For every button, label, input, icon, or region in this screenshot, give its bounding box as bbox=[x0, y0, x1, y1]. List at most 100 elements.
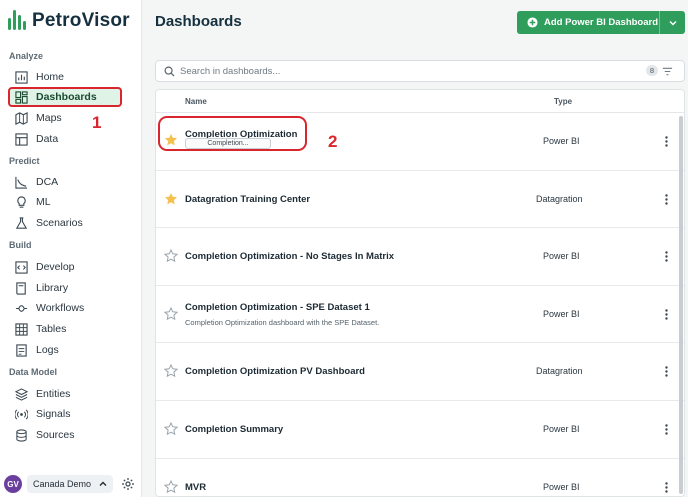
plus-icon bbox=[527, 17, 538, 28]
sidebar-item-tables[interactable]: Tables bbox=[9, 319, 121, 339]
add-button-main[interactable]: Add Power BI Dashboard bbox=[517, 11, 659, 34]
dashboard-type: Datagration bbox=[536, 193, 583, 204]
sidebar-item-workflows[interactable]: Workflows bbox=[9, 298, 121, 318]
kebab-menu-icon[interactable] bbox=[665, 366, 668, 378]
dashboard-title[interactable]: Completion Optimization - No Stages In M… bbox=[185, 251, 394, 262]
lightbulb-icon bbox=[17, 195, 26, 208]
kebab-menu-icon[interactable] bbox=[665, 481, 668, 493]
app-name: PetroVisor bbox=[32, 10, 130, 31]
table-icon bbox=[15, 132, 28, 146]
sidebar-item-maps[interactable]: Maps bbox=[9, 108, 121, 128]
sidebar-item-ml[interactable]: ML bbox=[9, 192, 121, 212]
sidebar-item-signals[interactable]: Signals bbox=[9, 404, 121, 424]
sidebar-item-label: Entities bbox=[36, 388, 71, 400]
dashboard-title[interactable]: Completion Summary bbox=[185, 424, 283, 435]
annotation-marker-2: 2 bbox=[328, 132, 338, 151]
table-scrollbar[interactable] bbox=[679, 116, 683, 494]
workspace-selector[interactable]: Canada Demo bbox=[27, 475, 113, 493]
workspace-name: Canada Demo bbox=[33, 479, 92, 489]
sidebar-item-dca[interactable]: DCA bbox=[9, 172, 121, 192]
column-header-type[interactable]: Type bbox=[554, 97, 572, 106]
table-row[interactable]: Completion Optimization PV Dashboard Dat… bbox=[156, 343, 684, 401]
table-row[interactable]: Completion Optimization - SPE Dataset 1 … bbox=[156, 286, 684, 344]
star-filled-icon[interactable] bbox=[164, 192, 178, 206]
dashboard-type: Power BI bbox=[543, 423, 580, 434]
sidebar-item-label: ML bbox=[36, 196, 51, 208]
star-outline-icon[interactable] bbox=[164, 364, 178, 378]
status-pill: Completion... bbox=[185, 138, 271, 149]
flask-icon bbox=[15, 216, 28, 229]
table-row[interactable]: Completion Optimization - No Stages In M… bbox=[156, 228, 684, 286]
chevron-down-icon bbox=[669, 20, 676, 25]
layers-icon bbox=[15, 387, 28, 401]
filter-icon[interactable] bbox=[662, 66, 673, 77]
table-row[interactable]: Completion Optimization Completion... Po… bbox=[156, 113, 684, 171]
star-outline-icon[interactable] bbox=[164, 479, 178, 494]
sidebar-item-entities[interactable]: Entities bbox=[9, 384, 121, 404]
star-filled-icon[interactable] bbox=[164, 133, 178, 147]
sidebar-item-develop[interactable]: Develop bbox=[9, 257, 121, 277]
chevron-up-icon bbox=[99, 481, 107, 486]
dashboard-title[interactable]: Datagration Training Center bbox=[185, 194, 310, 205]
kebab-menu-icon[interactable] bbox=[665, 309, 668, 320]
sidebar-item-home[interactable]: Home bbox=[9, 67, 121, 87]
dashboard-title[interactable]: Completion Optimization - SPE Dataset 1 bbox=[185, 302, 370, 313]
section-title-data-model: Data Model bbox=[9, 367, 58, 377]
app-logo[interactable]: PetroVisor bbox=[8, 8, 130, 34]
table-row[interactable]: Datagration Training Center Datagration bbox=[156, 171, 684, 229]
sidebar-item-label: Home bbox=[36, 71, 65, 83]
dashboard-type: Power BI bbox=[543, 481, 580, 492]
grid-icon bbox=[15, 322, 28, 336]
add-button-dropdown[interactable] bbox=[659, 11, 685, 34]
chart-icon bbox=[15, 70, 28, 84]
add-power-bi-dashboard-button[interactable]: Add Power BI Dashboard bbox=[517, 11, 685, 34]
sidebar-item-logs[interactable]: Logs bbox=[9, 340, 121, 360]
dashboard-title[interactable]: Completion Optimization PV Dashboard bbox=[185, 366, 365, 377]
result-count-badge: 8 bbox=[646, 65, 658, 76]
search-bar: 8 bbox=[155, 60, 685, 82]
kebab-menu-icon[interactable] bbox=[665, 136, 668, 147]
code-icon bbox=[15, 260, 28, 274]
sidebar-item-label: Signals bbox=[36, 408, 71, 420]
dashboard-description: Completion Optimization dashboard with t… bbox=[185, 317, 380, 327]
search-input[interactable] bbox=[180, 65, 684, 77]
dashboard-icon bbox=[15, 90, 28, 104]
dashboard-type: Datagration bbox=[536, 366, 583, 377]
sidebar-item-label: Data bbox=[36, 133, 59, 145]
map-icon bbox=[15, 111, 28, 125]
kebab-menu-icon[interactable] bbox=[665, 193, 668, 205]
sidebar-item-scenarios[interactable]: Scenarios bbox=[9, 213, 121, 233]
section-title-analyze: Analyze bbox=[9, 51, 44, 61]
sidebar-item-label: Sources bbox=[36, 429, 75, 441]
dashboards-table: Name Type Completion Optimization Comple… bbox=[155, 89, 685, 497]
table-row[interactable]: Completion Summary Power BI bbox=[156, 401, 684, 459]
gear-icon[interactable] bbox=[121, 477, 135, 491]
book-icon bbox=[16, 281, 26, 295]
sidebar-item-label: Maps bbox=[36, 112, 62, 124]
sidebar-item-sources[interactable]: Sources bbox=[9, 425, 121, 445]
sidebar-item-data[interactable]: Data bbox=[9, 129, 121, 149]
column-header-name[interactable]: Name bbox=[185, 97, 207, 106]
signal-icon bbox=[15, 408, 28, 420]
sidebar-item-dashboards[interactable]: Dashboards bbox=[8, 87, 122, 107]
table-row[interactable]: MVR Power BI bbox=[156, 459, 684, 496]
sidebar-item-label: Dashboards bbox=[36, 91, 97, 103]
star-outline-icon[interactable] bbox=[164, 421, 178, 436]
sidebar-item-library[interactable]: Library bbox=[9, 278, 121, 298]
sidebar-item-label: Tables bbox=[36, 323, 67, 335]
sidebar-item-label: Scenarios bbox=[36, 217, 83, 229]
add-button-label: Add Power BI Dashboard bbox=[544, 17, 659, 28]
logo-icon bbox=[8, 10, 26, 32]
star-outline-icon[interactable] bbox=[164, 249, 178, 263]
sidebar-item-label: DCA bbox=[36, 176, 59, 188]
sidebar-item-label: Workflows bbox=[36, 302, 85, 314]
section-title-predict: Predict bbox=[9, 156, 40, 166]
search-icon bbox=[164, 66, 175, 77]
star-outline-icon[interactable] bbox=[164, 306, 178, 321]
dashboard-title[interactable]: MVR bbox=[185, 482, 206, 493]
kebab-menu-icon[interactable] bbox=[665, 424, 668, 435]
sidebar: PetroVisor Analyze Home Dashboards 1 Map… bbox=[0, 0, 142, 497]
kebab-menu-icon[interactable] bbox=[665, 251, 668, 262]
dashboard-type: Power BI bbox=[543, 136, 580, 146]
avatar[interactable]: GV bbox=[4, 475, 22, 493]
